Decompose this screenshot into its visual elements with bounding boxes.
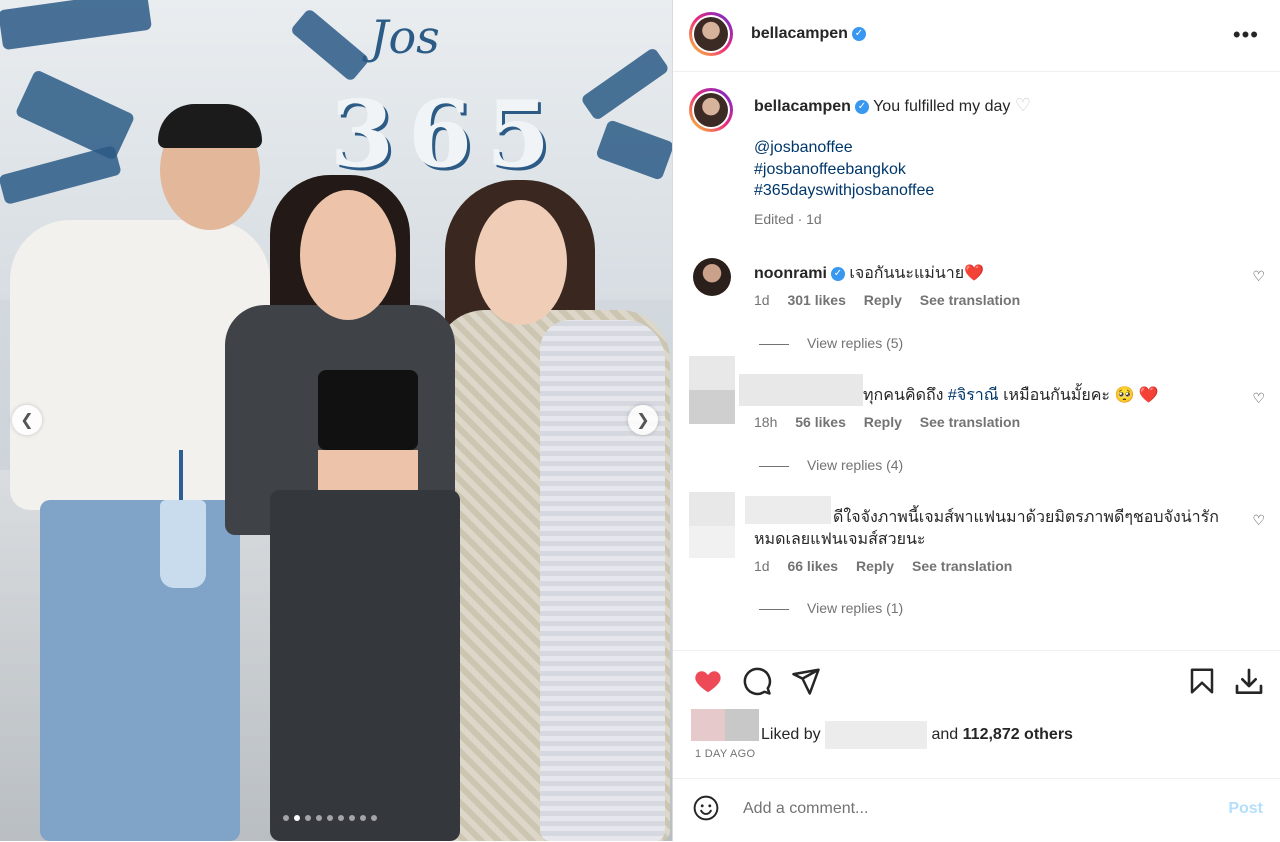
person-2-face	[300, 190, 396, 320]
comment-like-heart-icon[interactable]: ♡	[1252, 390, 1265, 407]
drink-cup	[160, 500, 206, 588]
see-translation-button[interactable]: See translation	[912, 558, 1012, 574]
comment-1-text-line: noonrami ✓ เจอกันนะแม่นาย❤️	[754, 261, 984, 286]
post-date[interactable]: 1 DAY AGO	[695, 748, 755, 760]
person-3-dress-panel	[540, 320, 665, 841]
author-username[interactable]: bellacampen ✓	[751, 25, 866, 43]
person-1-jeans	[40, 500, 240, 841]
carousel-dot	[371, 815, 377, 821]
comment-username[interactable]: noonrami	[754, 265, 827, 282]
caption-hashtag[interactable]: #365dayswithjosbanoffee	[754, 182, 934, 200]
carousel-dot	[283, 815, 289, 821]
comment-2-meta: 18h 56 likes Reply See translation	[754, 414, 1034, 430]
comment-2-text-line: ทุกคนคิดถึง #จิราณี เหมือนกันมั้ยคะ 🥺 ❤️	[863, 387, 1159, 404]
heart-outline-icon: ♡	[1014, 95, 1031, 115]
view-replies-button[interactable]: View replies (4)	[759, 457, 903, 473]
carousel-dot	[327, 815, 333, 821]
carousel-dot	[360, 815, 366, 821]
caption-avatar[interactable]	[689, 88, 733, 132]
see-translation-button[interactable]: See translation	[920, 292, 1020, 308]
carousel-indicator	[283, 815, 377, 821]
post-side-panel: bellacampen ✓ ••• bellacampen ✓ You fulfil…	[672, 0, 1280, 841]
carousel-dot	[338, 815, 344, 821]
redacted-avatar	[689, 356, 735, 390]
redacted-avatar	[689, 492, 735, 526]
caption-hashtag[interactable]: #josbanoffeebangkok	[754, 161, 906, 179]
share-paper-plane-icon[interactable]	[791, 666, 821, 696]
person-1-hair	[158, 104, 262, 148]
person-2-midriff	[318, 450, 418, 495]
comment-avatar[interactable]	[693, 258, 731, 296]
add-comment-bar: Post	[673, 778, 1280, 842]
caption-edited-time: Edited · 1d	[754, 211, 822, 227]
caption-username[interactable]: bellacampen	[754, 98, 851, 115]
comment-hashtag[interactable]: #จิราณี	[948, 387, 999, 404]
like-heart-icon[interactable]	[693, 666, 723, 696]
save-bookmark-icon[interactable]	[1187, 666, 1217, 696]
comment-time: 1d	[754, 558, 770, 574]
emoji-smile-icon[interactable]	[693, 795, 719, 821]
chevron-right-icon: ❯	[636, 412, 650, 429]
redacted-avatar	[689, 390, 735, 424]
verified-badge-icon: ✓	[830, 266, 845, 281]
sign-365: 365	[330, 80, 565, 188]
verified-badge-icon: ✓	[851, 26, 866, 41]
chevron-left-icon: ❮	[20, 412, 34, 429]
post-comment-button[interactable]: Post	[1228, 800, 1263, 818]
caption-mention[interactable]: @josbanoffee	[754, 139, 853, 157]
comment-like-heart-icon[interactable]: ♡	[1252, 512, 1265, 529]
post-actions: Liked by and 112,872 others 1 DAY AGO	[673, 650, 1280, 779]
instagram-post-view: Jos 365 ❮ ❯ bellacampen ✓ ••• bellacampe…	[0, 0, 1280, 841]
comment-like-heart-icon[interactable]: ♡	[1252, 268, 1265, 285]
likes-count[interactable]: 112,872 others	[963, 726, 1073, 743]
view-replies-button[interactable]: View replies (1)	[759, 600, 903, 616]
post-photo[interactable]: Jos 365 ❮ ❯	[0, 0, 672, 841]
comment-3-meta: 1d 66 likes Reply See translation	[754, 558, 1026, 574]
view-replies-button[interactable]: View replies (5)	[759, 335, 903, 351]
post-header: bellacampen ✓ •••	[673, 0, 1280, 72]
liked-by-text: Liked by and 112,872 others	[761, 721, 1073, 749]
comment-reply-button[interactable]: Reply	[864, 414, 902, 430]
redacted-username	[739, 374, 863, 406]
carousel-prev-button[interactable]: ❮	[12, 405, 42, 435]
redacted-avatar	[689, 526, 735, 558]
verified-badge-icon: ✓	[854, 99, 869, 114]
comment-3-text-line-2: หมดเลยแฟนเจมส์สวยนะ	[754, 531, 926, 548]
caption-line: bellacampen ✓ You fulfilled my day ♡	[754, 95, 1031, 116]
comment-time: 1d	[754, 292, 770, 308]
carousel-dot	[349, 815, 355, 821]
download-icon[interactable]	[1233, 666, 1265, 698]
carousel-next-button[interactable]: ❯	[628, 405, 658, 435]
comment-likes[interactable]: 301 likes	[787, 292, 845, 308]
see-translation-button[interactable]: See translation	[920, 414, 1020, 430]
carousel-dot	[316, 815, 322, 821]
comment-reply-button[interactable]: Reply	[864, 292, 902, 308]
redacted-liker-name	[825, 721, 928, 749]
carousel-dot	[305, 815, 311, 821]
person-3-face	[475, 200, 567, 325]
sign-script-logo: Jos	[370, 10, 440, 64]
comment-likes[interactable]: 56 likes	[795, 414, 846, 430]
person-2-pants	[270, 490, 460, 841]
comment-input[interactable]	[741, 799, 1185, 819]
person-2-top	[318, 370, 418, 450]
redacted-username	[745, 496, 831, 524]
redacted-liker-avatar	[725, 709, 759, 741]
caption-text: You fulfilled my day	[873, 98, 1011, 115]
comment-bubble-icon[interactable]	[742, 666, 772, 696]
comment-1-meta: 1d 301 likes Reply See translation	[754, 292, 1034, 308]
comment-text: เจอกันนะแม่นาย❤️	[849, 265, 985, 282]
author-avatar[interactable]	[689, 12, 733, 56]
carousel-dot	[294, 815, 300, 821]
more-options-icon[interactable]: •••	[1233, 22, 1259, 48]
comment-time: 18h	[754, 414, 778, 430]
comment-reply-button[interactable]: Reply	[856, 558, 894, 574]
redacted-liker-avatar	[691, 709, 725, 741]
comment-likes[interactable]: 66 likes	[787, 558, 838, 574]
